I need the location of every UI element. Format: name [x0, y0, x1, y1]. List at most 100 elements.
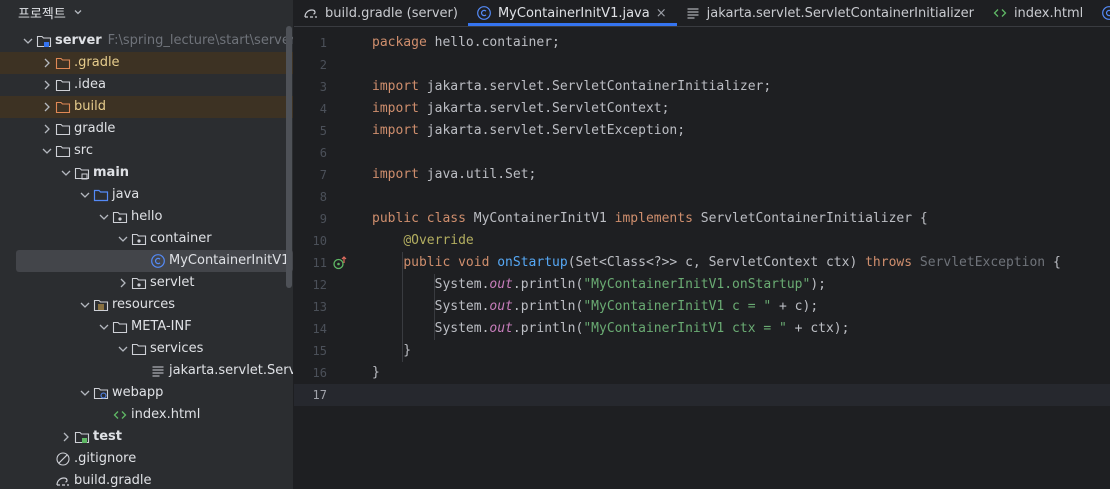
- class-icon: [1101, 5, 1110, 21]
- code-line[interactable]: System.out.println("MyContainerInitV1 c …: [372, 296, 819, 318]
- code-line[interactable]: import jakarta.servlet.ServletException;: [372, 120, 685, 142]
- expand-toggle[interactable]: [20, 33, 36, 49]
- tab-jakarta-servlet-servletcontainerinitializer[interactable]: jakarta.servlet.ServletContainerInitiali…: [677, 0, 984, 26]
- expand-toggle[interactable]: [115, 275, 131, 291]
- tab-index-html[interactable]: index.html: [984, 0, 1093, 26]
- chevron-down-icon[interactable]: [96, 209, 112, 225]
- code-token: System.: [372, 299, 490, 314]
- code-token: "MyContainerInitV1 c = ": [583, 299, 772, 314]
- expand-toggle[interactable]: [39, 121, 55, 137]
- code-token: System.: [372, 321, 490, 336]
- chevron-down-icon[interactable]: [72, 6, 84, 18]
- tree-item-build[interactable]: build: [0, 96, 293, 118]
- tree-item-test[interactable]: test: [0, 426, 293, 448]
- code-line[interactable]: }: [372, 362, 380, 384]
- code-token: public class: [372, 211, 466, 226]
- tree-item-index-html[interactable]: index.html: [0, 404, 293, 426]
- tab-testservlet-java[interactable]: TestServlet.java: [1093, 0, 1110, 26]
- code-token: + ctx);: [786, 321, 850, 336]
- code-token: import: [372, 101, 419, 116]
- tree-item-gitignore[interactable]: .gitignore: [0, 448, 293, 470]
- code-line[interactable]: public class MyContainerInitV1 implement…: [372, 208, 928, 230]
- text-file-icon: [150, 363, 166, 379]
- code-token: jakarta.servlet.ServletContainerInitiali…: [418, 79, 772, 94]
- tree-item-build-gradle[interactable]: build.gradle: [0, 470, 293, 489]
- code-line[interactable]: import java.util.Set;: [372, 164, 536, 186]
- project-pane-scrollbar[interactable]: [286, 26, 292, 489]
- tree-item-services[interactable]: services: [0, 338, 293, 360]
- code-line[interactable]: System.out.println("MyContainerInitV1.on…: [372, 274, 826, 296]
- expand-toggle[interactable]: [58, 429, 74, 445]
- tree-item-label: servlet: [150, 275, 195, 290]
- tree-item-java[interactable]: java: [0, 184, 293, 206]
- expand-toggle[interactable]: [115, 341, 131, 357]
- expand-toggle[interactable]: [77, 187, 93, 203]
- gradle-icon: [303, 5, 319, 21]
- line-number: 15: [312, 344, 327, 358]
- tree-item-resources[interactable]: resources: [0, 294, 293, 316]
- chevron-down-icon[interactable]: [58, 165, 74, 181]
- scrollbar-thumb[interactable]: [286, 26, 292, 288]
- chevron-right-icon[interactable]: [39, 55, 55, 71]
- chevron-right-icon[interactable]: [39, 121, 55, 137]
- tree-item-gradle[interactable]: .gradle: [0, 52, 293, 74]
- code-token: implements: [614, 211, 693, 226]
- tree-item-webapp[interactable]: webapp: [0, 382, 293, 404]
- code-line[interactable]: public void onStartup(Set<Class<?>> c, S…: [372, 252, 1060, 274]
- chevron-down-icon[interactable]: [39, 143, 55, 159]
- expand-toggle[interactable]: [96, 319, 112, 335]
- chevron-down-icon[interactable]: [77, 385, 93, 401]
- tree-item-server[interactable]: server F:\spring_lecture\start\server: [0, 30, 293, 52]
- line-number: 8: [319, 190, 327, 204]
- code-area[interactable]: package hello.container; import jakarta.s…: [294, 27, 1110, 489]
- tab-build-gradle-server[interactable]: build.gradle (server): [294, 0, 468, 26]
- tree-item-label: main: [93, 165, 130, 180]
- class-icon: [150, 253, 166, 269]
- chevron-down-icon[interactable]: [115, 341, 131, 357]
- code-line[interactable]: System.out.println("MyContainerInitV1 ct…: [372, 318, 850, 340]
- chevron-right-icon[interactable]: [39, 77, 55, 93]
- tree-item-jakarta-servlet-servletcontainerinitializer[interactable]: jakarta.servlet.ServletContainerInitiali…: [0, 360, 293, 382]
- tree-item-container[interactable]: container: [0, 228, 293, 250]
- expand-toggle[interactable]: [39, 143, 55, 159]
- chevron-down-icon[interactable]: [96, 319, 112, 335]
- chevron-down-icon[interactable]: [77, 187, 93, 203]
- tree-item-hello[interactable]: hello: [0, 206, 293, 228]
- tree-item-label: .idea: [74, 77, 106, 92]
- chevron-right-icon[interactable]: [115, 275, 131, 291]
- gitignore-icon: [55, 451, 71, 467]
- tree-item-mycontainerinitv1[interactable]: MyContainerInitV1: [16, 250, 293, 272]
- chevron-down-icon[interactable]: [77, 297, 93, 313]
- tree-item-main[interactable]: main: [0, 162, 293, 184]
- tab-mycontainerinitv1-java[interactable]: MyContainerInitV1.java ×: [467, 0, 677, 26]
- code-token: @Override: [403, 233, 474, 248]
- code-line[interactable]: @Override: [372, 230, 474, 252]
- line-number: 2: [319, 58, 327, 72]
- expand-toggle[interactable]: [96, 209, 112, 225]
- tree-item-servlet[interactable]: servlet: [0, 272, 293, 294]
- expand-toggle[interactable]: [77, 297, 93, 313]
- tree-item-label: jakarta.servlet.ServletContainerInitiali…: [169, 363, 293, 378]
- code-line[interactable]: import jakarta.servlet.ServletContainerI…: [372, 76, 771, 98]
- expand-toggle[interactable]: [39, 55, 55, 71]
- close-tab-icon[interactable]: ×: [656, 6, 667, 21]
- chevron-right-icon[interactable]: [39, 99, 55, 115]
- tree-item-src[interactable]: src: [0, 140, 293, 162]
- expand-toggle[interactable]: [39, 99, 55, 115]
- expand-toggle[interactable]: [39, 77, 55, 93]
- override-marker-icon[interactable]: [330, 252, 350, 274]
- tree-item-meta-inf[interactable]: META-INF: [0, 316, 293, 338]
- expand-toggle[interactable]: [115, 231, 131, 247]
- tree-item-gradle[interactable]: gradle: [0, 118, 293, 140]
- tree-item-label: services: [150, 341, 204, 356]
- expand-toggle[interactable]: [58, 165, 74, 181]
- chevron-down-icon[interactable]: [20, 33, 36, 49]
- code-line[interactable]: import jakarta.servlet.ServletContext;: [372, 98, 669, 120]
- code-line[interactable]: }: [372, 340, 411, 362]
- code-line[interactable]: package hello.container;: [372, 32, 560, 54]
- tree-item-idea[interactable]: .idea: [0, 74, 293, 96]
- project-pane-header[interactable]: 프로젝트: [0, 0, 293, 24]
- expand-toggle[interactable]: [77, 385, 93, 401]
- chevron-right-icon[interactable]: [58, 429, 74, 445]
- chevron-down-icon[interactable]: [115, 231, 131, 247]
